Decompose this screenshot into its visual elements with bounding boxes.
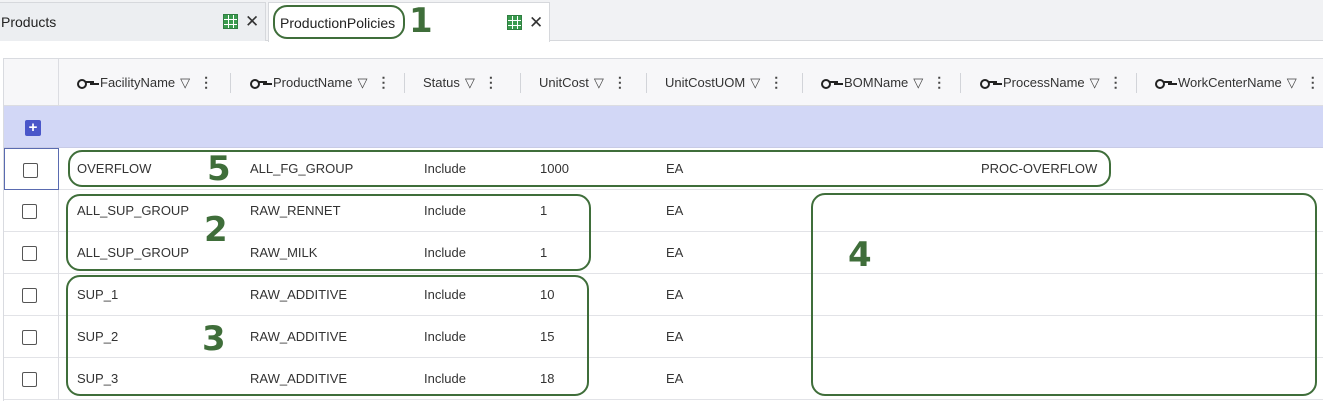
grid-icon: [223, 14, 238, 29]
row-select-cell: [4, 190, 59, 232]
column-header-unitcost[interactable]: UnitCost ▽ ⋮: [521, 59, 647, 106]
filter-icon[interactable]: ▽: [913, 75, 923, 91]
column-header-unitcostuom[interactable]: UnitCostUOM ▽ ⋮: [647, 59, 803, 106]
annotation-box-1: [273, 5, 405, 39]
row-checkbox[interactable]: [22, 372, 37, 387]
column-label: FacilityName: [100, 75, 176, 90]
add-row-bar: +: [4, 106, 1323, 148]
filter-icon[interactable]: ▽: [594, 75, 604, 91]
plus-icon[interactable]: +: [25, 120, 41, 136]
filter-icon[interactable]: ▽: [1090, 75, 1100, 91]
column-header-productname[interactable]: ProductName ▽ ⋮: [231, 59, 405, 106]
column-label: Status: [423, 75, 460, 90]
annotation-number-3: 3: [202, 319, 226, 359]
annotation-box-2: [66, 194, 591, 271]
column-header-processname[interactable]: ProcessName ▽ ⋮: [961, 59, 1137, 106]
row-select-cell: [4, 274, 59, 316]
filter-icon[interactable]: ▽: [357, 75, 367, 91]
column-label: ProcessName: [1003, 75, 1085, 90]
key-icon: [821, 78, 838, 89]
menu-icon[interactable]: ⋮: [932, 74, 946, 91]
column-label: WorkCenterName: [1178, 75, 1282, 90]
menu-icon[interactable]: ⋮: [199, 74, 213, 91]
column-label: UnitCostUOM: [665, 75, 746, 90]
cell-uom[interactable]: EA: [666, 358, 683, 400]
column-header-status[interactable]: Status ▽ ⋮: [405, 59, 521, 106]
cell-uom[interactable]: EA: [666, 316, 683, 358]
row-select-cell: [4, 148, 59, 190]
row-checkbox[interactable]: [22, 288, 37, 303]
annotation-box-4: [811, 193, 1317, 396]
grid-header: FacilityName ▽ ⋮ ProductName ▽ ⋮ Status …: [4, 59, 1323, 106]
column-label: UnitCost: [539, 75, 589, 90]
row-checkbox[interactable]: [22, 204, 37, 219]
row-select-cell: [4, 232, 59, 274]
menu-icon[interactable]: ⋮: [613, 74, 627, 91]
column-label: BOMName: [844, 75, 909, 90]
filter-icon[interactable]: ▽: [1287, 75, 1297, 91]
key-icon: [77, 78, 94, 89]
filter-icon[interactable]: ▽: [750, 75, 760, 91]
annotation-number-1: 1: [409, 1, 433, 41]
cell-uom[interactable]: EA: [666, 274, 683, 316]
menu-icon[interactable]: ⋮: [1306, 74, 1320, 91]
annotation-number-2: 2: [204, 210, 228, 250]
key-icon: [980, 78, 997, 89]
row-checkbox[interactable]: [23, 163, 38, 178]
column-header-facilityname[interactable]: FacilityName ▽ ⋮: [59, 59, 231, 106]
menu-icon[interactable]: ⋮: [376, 74, 390, 91]
tab-bar: Products ✕ ProductionPolicies ✕: [0, 0, 1323, 42]
key-icon: [250, 78, 267, 89]
menu-icon[interactable]: ⋮: [769, 74, 783, 91]
row-checkbox[interactable]: [22, 330, 37, 345]
filter-icon[interactable]: ▽: [180, 75, 190, 91]
annotation-box-3: [66, 275, 589, 396]
key-icon: [1155, 78, 1172, 89]
row-select-cell: [4, 316, 59, 358]
filter-icon[interactable]: ▽: [465, 75, 475, 91]
cell-uom[interactable]: EA: [666, 232, 683, 274]
column-header-workcentername[interactable]: WorkCenterName ▽ ⋮: [1137, 59, 1323, 106]
grid-icon: [507, 15, 522, 30]
column-header-bomname[interactable]: BOMName ▽ ⋮: [803, 59, 961, 106]
annotation-number-4: 4: [848, 235, 872, 275]
close-icon[interactable]: ✕: [245, 13, 259, 30]
row-checkbox[interactable]: [22, 246, 37, 261]
close-icon[interactable]: ✕: [529, 14, 543, 31]
column-label: ProductName: [273, 75, 353, 90]
menu-icon[interactable]: ⋮: [1109, 74, 1123, 91]
row-select-cell: [4, 358, 59, 400]
menu-icon[interactable]: ⋮: [484, 74, 498, 91]
cell-uom[interactable]: EA: [666, 190, 683, 232]
tab-products[interactable]: Products ✕: [0, 2, 266, 41]
select-all-column: [4, 59, 59, 106]
annotation-number-5: 5: [207, 149, 231, 189]
tab-label: Products: [1, 14, 57, 30]
